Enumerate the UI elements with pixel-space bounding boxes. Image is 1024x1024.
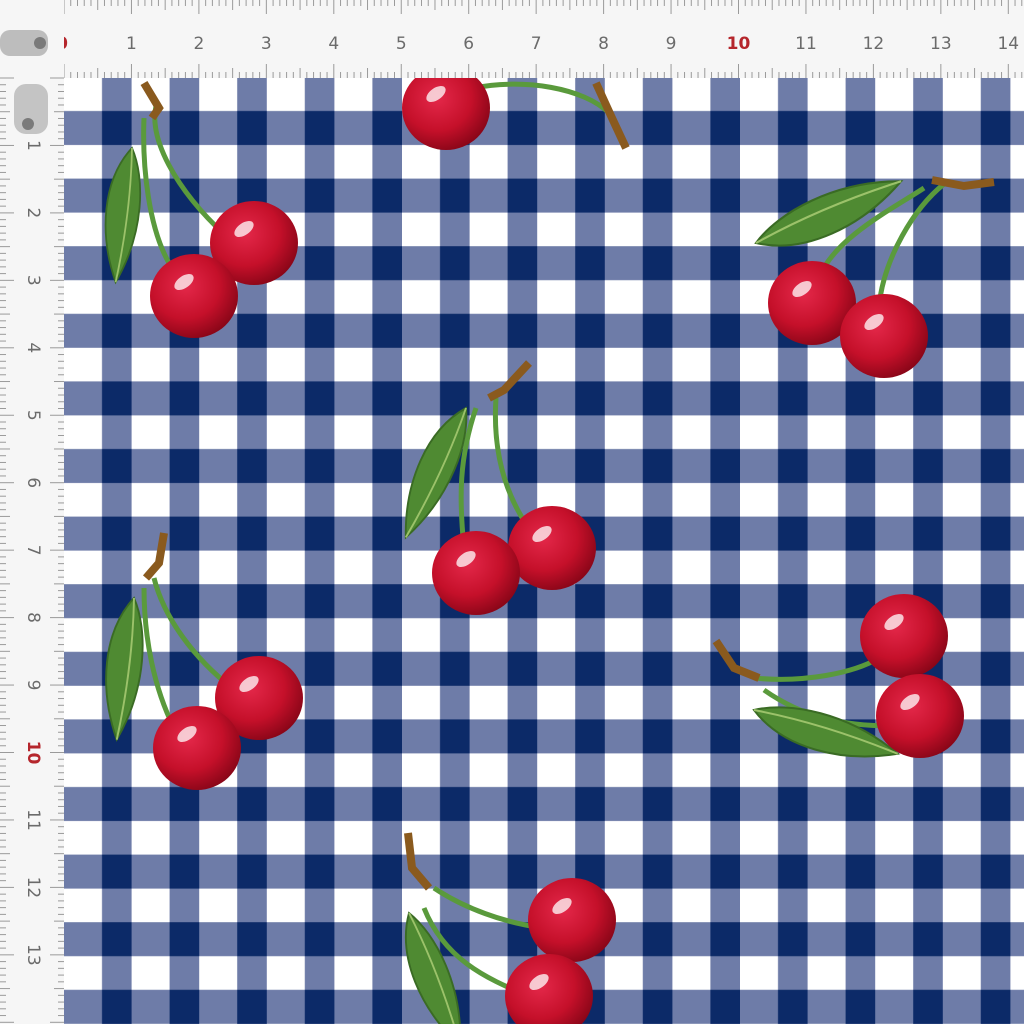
ruler-label: 5: [396, 34, 407, 54]
ruler-label: 5: [23, 410, 43, 421]
ruler-label: 1: [126, 34, 137, 54]
ruler-label: 7: [531, 34, 542, 54]
ruler-label: 12: [23, 877, 43, 899]
ruler-label: 14: [997, 34, 1019, 54]
ruler-label: 6: [463, 34, 474, 54]
ruler-label: 2: [23, 207, 43, 218]
ruler-label: 10: [23, 741, 43, 765]
ruler-label: 3: [261, 34, 272, 54]
left-ruler: 12345678910111213: [0, 0, 64, 1024]
ruler-label: 11: [23, 809, 43, 831]
ruler-label: 7: [23, 545, 43, 556]
ruler-label: 1: [23, 140, 43, 151]
ruler-label: 3: [23, 275, 43, 286]
ruler-label: 13: [23, 944, 43, 966]
ruler-label: 4: [328, 34, 339, 54]
ruler-label: 9: [666, 34, 677, 54]
ruler-label: 12: [863, 34, 885, 54]
ruler-label: 9: [23, 680, 43, 691]
ruler-label: 11: [795, 34, 817, 54]
ruler-label: 13: [930, 34, 952, 54]
gingham-pattern: [64, 78, 1024, 1024]
ruler-label: 8: [598, 34, 609, 54]
ruler-label: 4: [23, 342, 43, 353]
ruler-label: 10: [727, 34, 751, 54]
ruler-label: 2: [193, 34, 204, 54]
top-ruler: 01234567891011121314: [0, 0, 1024, 78]
ruler-label: 8: [23, 612, 43, 623]
fabric-swatch: [64, 78, 1024, 1024]
ruler-label: 6: [23, 477, 43, 488]
